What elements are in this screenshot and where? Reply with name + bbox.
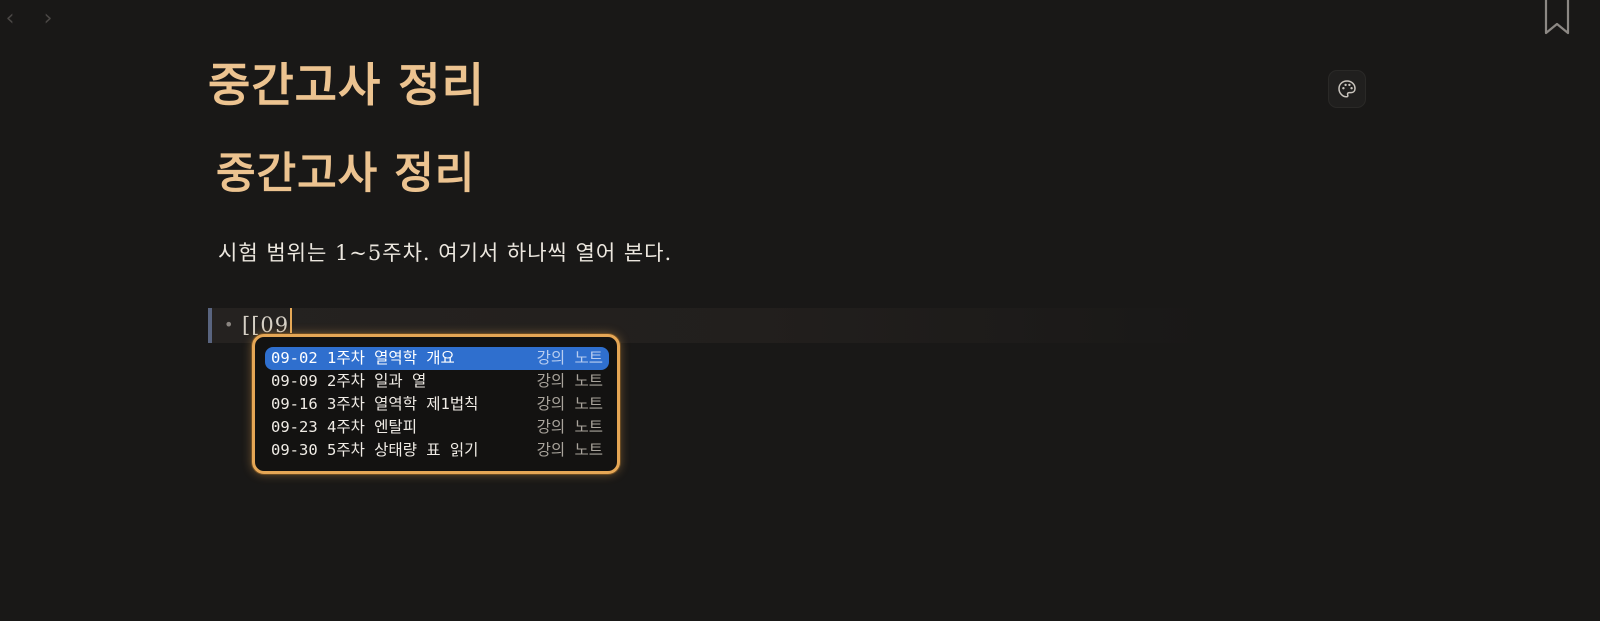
heading-1[interactable]: 중간고사 정리 <box>216 142 475 206</box>
autocomplete-item-title: 09-02 1주차 열역학 개요 <box>271 349 455 367</box>
autocomplete-item[interactable]: 09-16 3주차 열역학 제1법칙 강의 노트 <box>265 393 609 416</box>
bookmark-icon[interactable] <box>1543 0 1571 36</box>
editor-page: ‹ › 중간고사 정리 중간고사 정리 시험 범위는 1~5주차. 여기서 하나… <box>0 0 1600 621</box>
autocomplete-item-kind: 강의 노트 <box>536 372 603 390</box>
chevron-left-icon[interactable]: ‹ <box>0 6 20 32</box>
link-autocomplete-popup: 09-02 1주차 열역학 개요 강의 노트 09-09 2주차 일과 열 강의… <box>252 334 620 474</box>
autocomplete-item-kind: 강의 노트 <box>536 349 603 367</box>
palette-icon <box>1338 80 1356 98</box>
autocomplete-item-title: 09-23 4주차 엔탈피 <box>271 418 417 436</box>
bullet-dot-icon: • <box>224 315 234 334</box>
autocomplete-item-title: 09-09 2주차 일과 열 <box>271 372 427 390</box>
autocomplete-item-title: 09-16 3주차 열역학 제1법칙 <box>271 395 479 413</box>
autocomplete-item[interactable]: 09-30 5주차 상태량 표 읽기 강의 노트 <box>265 439 609 462</box>
autocomplete-list: 09-02 1주차 열역학 개요 강의 노트 09-09 2주차 일과 열 강의… <box>265 347 609 462</box>
chevron-right-icon[interactable]: › <box>38 6 58 32</box>
palette-button[interactable] <box>1328 70 1366 108</box>
page-title[interactable]: 중간고사 정리 <box>208 52 485 118</box>
autocomplete-item[interactable]: 09-23 4주차 엔탈피 강의 노트 <box>265 416 609 439</box>
active-block-indicator <box>208 308 212 343</box>
paragraph-text[interactable]: 시험 범위는 1~5주차. 여기서 하나씩 열어 본다. <box>218 236 672 270</box>
autocomplete-item-kind: 강의 노트 <box>536 441 603 459</box>
autocomplete-item-kind: 강의 노트 <box>536 395 603 413</box>
autocomplete-item[interactable]: 09-09 2주차 일과 열 강의 노트 <box>265 370 609 393</box>
autocomplete-item-title: 09-30 5주차 상태량 표 읽기 <box>271 441 479 459</box>
autocomplete-item-kind: 강의 노트 <box>536 418 603 436</box>
autocomplete-item[interactable]: 09-02 1주차 열역학 개요 강의 노트 <box>265 347 609 370</box>
